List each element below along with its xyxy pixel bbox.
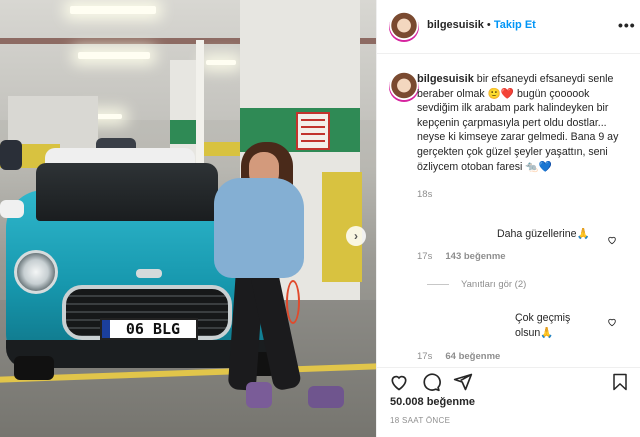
car-mirror: [0, 200, 24, 218]
person-sweater: [214, 178, 304, 278]
post-actions: 50.008 beğenme 18 SAAT ÖNCE: [377, 367, 640, 437]
comment-time: 17s: [417, 251, 433, 262]
comment-icon[interactable]: [421, 372, 441, 392]
comments-section: bilgesuisik bir efsaneydi efsaneydi senl…: [377, 55, 640, 367]
header-info: bilgesuisik • Takip Et: [427, 19, 536, 31]
pole: [196, 40, 204, 180]
carousel-next-button[interactable]: ›: [346, 226, 366, 246]
warning-sign: [296, 112, 330, 150]
comment-meta: 17s 64 beğenme: [417, 350, 617, 362]
caption-text: bir efsaneydi efsaneydi senle beraber ol…: [417, 73, 619, 173]
comment-item: Çok geçmiş olsun🙏 17s 64 beğenme: [417, 311, 617, 362]
car-wheel: [14, 356, 54, 380]
post-caption: bilgesuisik bir efsaneydi efsaneydi senl…: [417, 72, 627, 203]
header-separator: •: [486, 19, 491, 31]
license-plate: 06 BLG 201: [100, 318, 198, 356]
follow-button[interactable]: Takip Et: [494, 19, 536, 31]
keychain-cord: [286, 280, 300, 324]
ceiling-light: [206, 60, 236, 65]
comment-meta: 17s 143 beğenme: [417, 250, 617, 262]
car-headlight: [14, 250, 58, 294]
ceiling-light: [70, 6, 156, 14]
avatar[interactable]: [389, 12, 419, 42]
comment-likes[interactable]: 64 beğenme: [445, 351, 500, 362]
post-timestamp: 18 SAAT ÖNCE: [390, 416, 451, 425]
comment-text: Çok geçmiş olsun🙏: [515, 312, 571, 339]
pillar-band: [170, 120, 196, 144]
comment-likes[interactable]: 143 beğenme: [445, 251, 505, 262]
more-options-icon[interactable]: •••: [618, 17, 636, 33]
post-photo[interactable]: 06 BLG 201 ›: [0, 0, 376, 437]
person-shoe: [308, 386, 344, 408]
person-shoe: [246, 382, 272, 408]
comment-heart-icon[interactable]: [607, 235, 617, 245]
view-replies-label[interactable]: Yanıtları gör (2): [461, 279, 526, 290]
post-header: bilgesuisik • Takip Et •••: [377, 0, 640, 54]
post-side-panel: bilgesuisik • Takip Et ••• bilgesuisik b…: [376, 0, 640, 437]
caption-time: 18s: [417, 189, 433, 201]
ceiling-light: [78, 52, 150, 59]
share-icon[interactable]: [453, 372, 473, 392]
caption-avatar[interactable]: [389, 72, 419, 102]
header-username[interactable]: bilgesuisik: [427, 19, 484, 31]
likes-count[interactable]: 50.008 beğenme: [390, 396, 475, 408]
heart-icon[interactable]: [389, 372, 409, 392]
comment-item: Daha güzellerine🙏 17s 143 beğenme Yanıtl…: [417, 227, 617, 290]
bookmark-icon[interactable]: [611, 372, 629, 392]
caption-username[interactable]: bilgesuisik: [417, 73, 474, 85]
reply-line: [427, 283, 449, 285]
car-windshield: [36, 163, 218, 221]
view-replies[interactable]: Yanıtları gör (2): [417, 278, 617, 290]
background-car: [0, 140, 22, 170]
comment-time: 17s: [417, 351, 433, 363]
comment-heart-icon[interactable]: [607, 317, 617, 327]
car-logo: [136, 269, 162, 278]
comment-text: Daha güzellerine🙏: [497, 228, 590, 240]
